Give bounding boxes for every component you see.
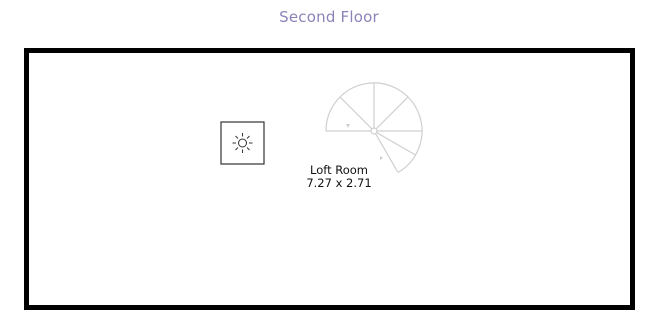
room-label: Loft Room 7.27 x 2.71 xyxy=(289,164,389,190)
floor-plan xyxy=(24,48,635,310)
spiral-staircase-icon xyxy=(325,82,423,174)
room-dimensions: 7.27 x 2.71 xyxy=(306,176,372,190)
ceiling-light-icon xyxy=(220,121,265,165)
